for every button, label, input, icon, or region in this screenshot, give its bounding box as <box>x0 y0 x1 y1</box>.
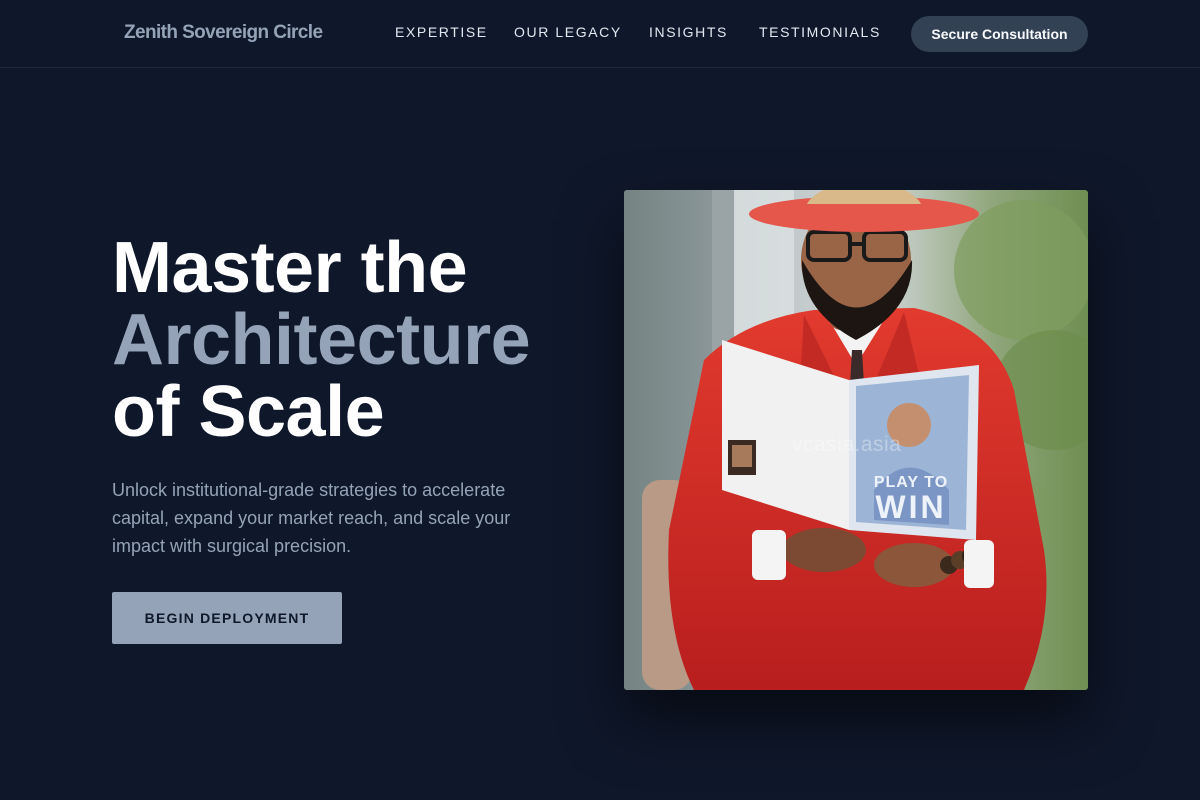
secure-consultation-button[interactable]: Secure Consultation <box>911 16 1088 52</box>
book-title-line-2: WIN <box>875 489 947 525</box>
begin-deployment-button[interactable]: BEGIN DEPLOYMENT <box>112 592 342 644</box>
book-cover-title: PLAY TO WIN <box>856 474 966 525</box>
site-header: Zenith Sovereign Circle EXPERTISE OUR LE… <box>0 0 1200 68</box>
headline-line-2-accent: Architecture <box>112 300 531 380</box>
nav-link-testimonials[interactable]: TESTIMONIALS <box>759 24 881 40</box>
headline-line-1: Master the <box>112 228 468 308</box>
hero-photo: PLAY TO WIN vcasia.asia <box>624 190 1088 690</box>
hero-headline: Master the Architecture of Scale <box>112 228 531 452</box>
brand-logo-text[interactable]: Zenith Sovereign Circle <box>124 22 323 44</box>
nav-link-insights[interactable]: INSIGHTS <box>649 24 728 40</box>
hero-subtext: Unlock institutional-grade strategies to… <box>112 480 511 556</box>
nav-link-expertise[interactable]: EXPERTISE <box>395 24 488 40</box>
nav-link-our-legacy[interactable]: OUR LEGACY <box>514 24 622 40</box>
headline-line-3: of Scale <box>112 372 385 452</box>
image-watermark: vcasia.asia <box>792 433 902 456</box>
